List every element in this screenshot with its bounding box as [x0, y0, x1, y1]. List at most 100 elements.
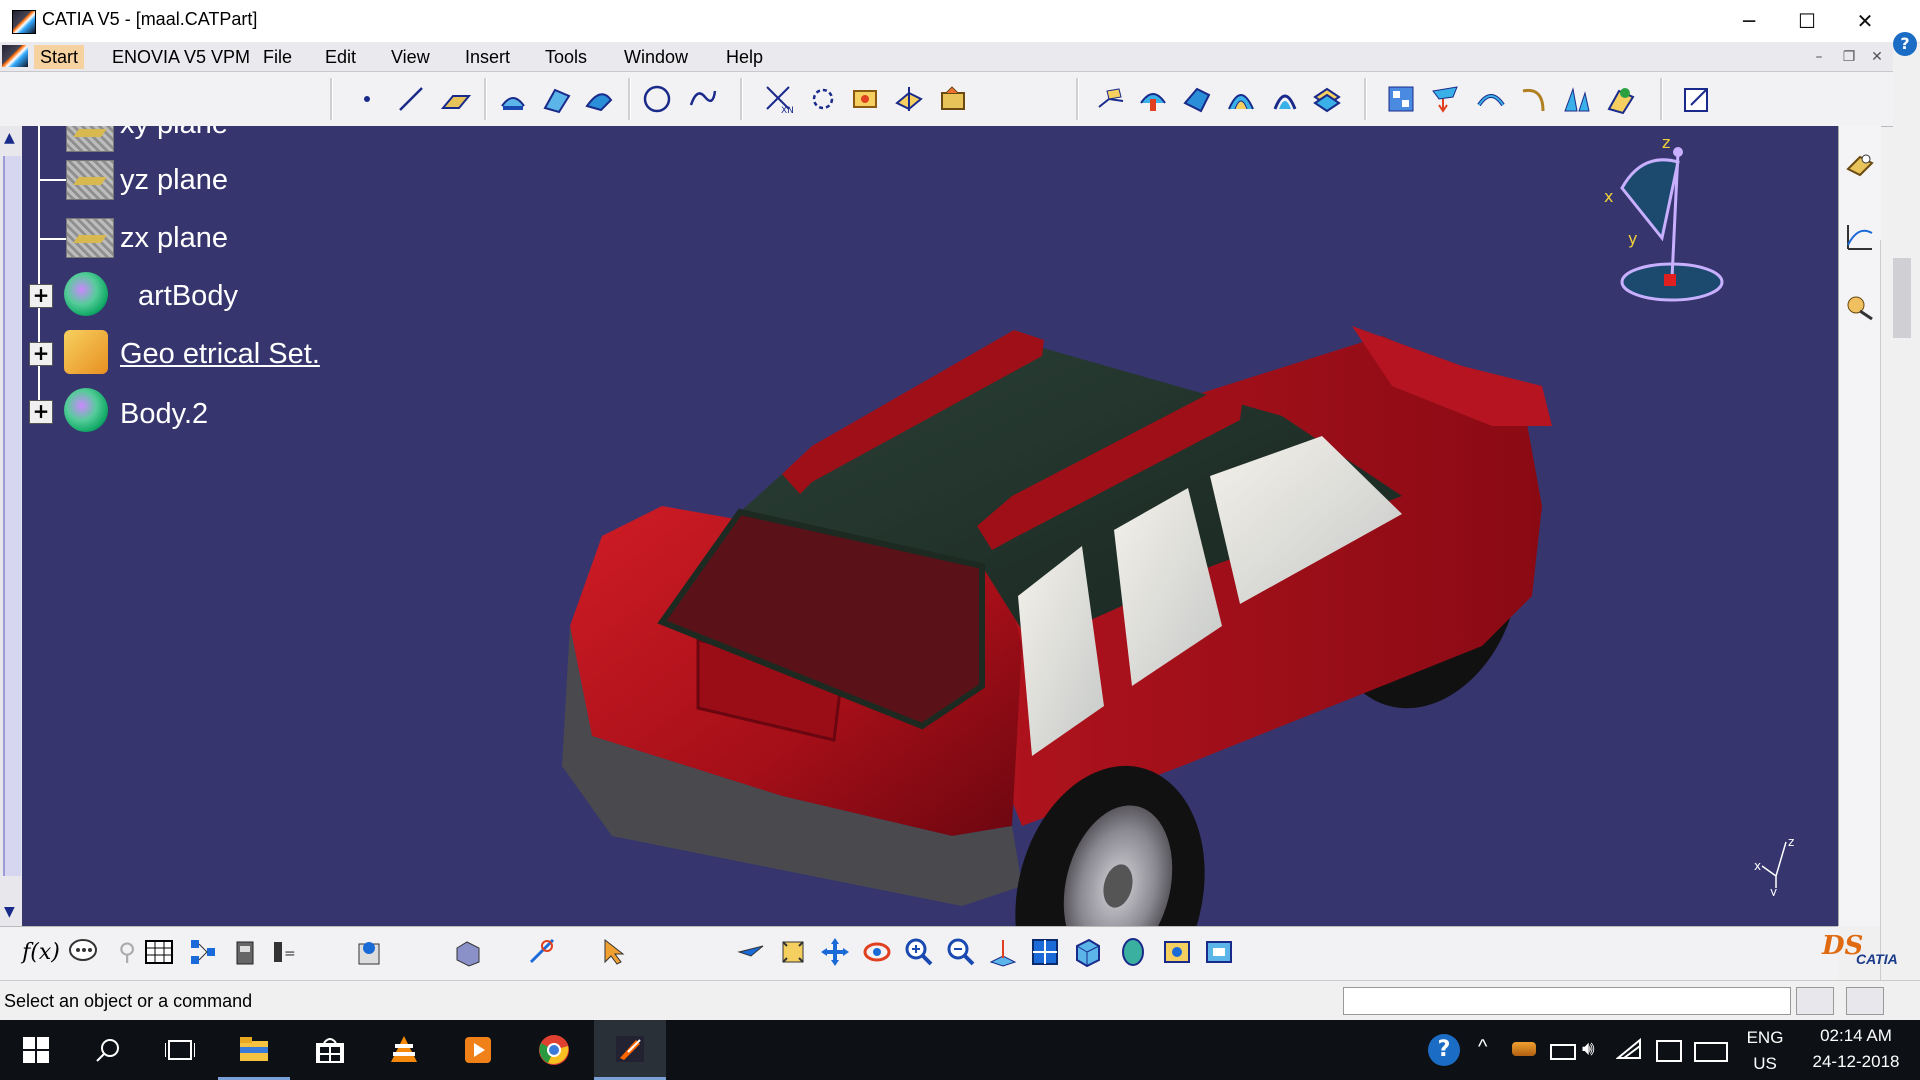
multi-view-icon[interactable] — [1028, 935, 1062, 969]
part-design-icon[interactable] — [1843, 148, 1877, 182]
sweep-surface-icon[interactable] — [582, 82, 616, 116]
shading-icon[interactable] — [1116, 935, 1150, 969]
fit-all-icon[interactable] — [776, 935, 810, 969]
sketch-tool-icon[interactable] — [1604, 82, 1638, 116]
battery-icon[interactable] — [1550, 1044, 1576, 1060]
windows-start-icon[interactable] — [0, 1020, 72, 1080]
catalog-icon[interactable] — [228, 935, 262, 969]
tree-item-zx-plane[interactable]: zx plane — [120, 222, 228, 255]
join-tool-icon[interactable] — [848, 82, 882, 116]
keyboard-icon[interactable] — [1694, 1042, 1728, 1062]
select-icon[interactable] — [596, 935, 630, 969]
design-table-icon[interactable] — [142, 935, 176, 969]
doc-close-button[interactable]: ✕ — [1866, 47, 1888, 67]
hide-show-icon[interactable] — [1160, 935, 1194, 969]
microsoft-store-icon[interactable] — [294, 1020, 366, 1080]
show-hidden-icons-icon[interactable]: ^ — [1478, 1036, 1487, 1059]
compass-widget[interactable]: z x y — [1602, 138, 1742, 318]
revolve-tool-icon[interactable] — [1474, 82, 1508, 116]
menu-edit[interactable]: Edit — [325, 45, 356, 69]
pan-icon[interactable] — [818, 935, 852, 969]
zoom-in-icon[interactable] — [902, 935, 936, 969]
tree-item-geometrical-set[interactable]: Geo etrical Set. — [120, 338, 320, 371]
power-input-execute-button[interactable] — [1796, 987, 1834, 1015]
menu-help[interactable]: Help — [726, 45, 763, 69]
tree-scrollbar[interactable]: ▲ ▼ — [0, 126, 23, 926]
start-logo-icon[interactable] — [2, 45, 28, 67]
menu-view[interactable]: View — [391, 45, 430, 69]
tree-item-part-body[interactable]: artBody — [138, 280, 238, 313]
thickness-tool-icon[interactable] — [1310, 82, 1344, 116]
power-input-field[interactable] — [1343, 987, 1791, 1015]
blend-tool-icon[interactable] — [1268, 82, 1302, 116]
zoom-out-icon[interactable] — [944, 935, 978, 969]
doc-minimize-button[interactable]: – — [1808, 47, 1830, 67]
curve-tool-icon[interactable] — [1518, 82, 1552, 116]
expand-body-2-icon[interactable]: + — [29, 400, 53, 424]
fly-mode-icon[interactable] — [734, 935, 768, 969]
3d-view-icon[interactable] — [450, 935, 484, 969]
offset-surface-icon[interactable] — [540, 82, 574, 116]
action-center-icon[interactable] — [1656, 1040, 1682, 1062]
power-input-settings-button[interactable] — [1846, 987, 1884, 1015]
loft-tool-icon[interactable] — [1224, 82, 1258, 116]
split-tool-icon[interactable] — [892, 82, 926, 116]
yz-plane-icon[interactable] — [66, 160, 114, 200]
scroll-up-arrow-icon[interactable]: ▲ — [4, 130, 15, 146]
apply-material-icon[interactable] — [1843, 290, 1877, 324]
volume-icon[interactable]: 🔊︎ — [1582, 1038, 1595, 1061]
minimize-button[interactable]: ─ — [1720, 0, 1778, 42]
menu-insert[interactable]: Insert — [465, 45, 510, 69]
body-2-icon[interactable] — [64, 388, 108, 432]
plane-tool-icon[interactable] — [438, 82, 472, 116]
measure-icon[interactable] — [526, 935, 560, 969]
draft-tool-icon[interactable] — [1560, 82, 1594, 116]
tree-item-body-2[interactable]: Body.2 — [120, 398, 208, 431]
sketcher-icon[interactable] — [1680, 82, 1714, 116]
knowledge-advisor-icon[interactable] — [66, 935, 100, 969]
search-icon[interactable] — [72, 1020, 144, 1080]
task-view-icon[interactable] — [144, 1020, 216, 1080]
point-tool-icon[interactable] — [350, 82, 384, 116]
help-icon[interactable]: ? — [1893, 32, 1917, 56]
doc-restore-button[interactable]: ❐ — [1838, 47, 1860, 67]
rotate-icon[interactable] — [860, 935, 894, 969]
shaft-tool-icon[interactable] — [1136, 82, 1170, 116]
wifi-icon[interactable] — [1615, 1037, 1642, 1064]
3d-viewport[interactable]: xy plane yz plane zx plane + artBody + G… — [22, 126, 1838, 926]
video-player-icon[interactable] — [442, 1020, 514, 1080]
language-indicator[interactable]: ENG US — [1740, 1028, 1790, 1074]
circle-tool-icon[interactable] — [640, 82, 674, 116]
rib-tool-icon[interactable] — [1180, 82, 1214, 116]
tree-reorder-icon[interactable] — [186, 935, 220, 969]
isometric-view-icon[interactable] — [1070, 935, 1104, 969]
boundary-tool-icon[interactable] — [806, 82, 840, 116]
xy-plane-icon[interactable] — [66, 126, 114, 152]
catia-taskbar-icon[interactable] — [594, 1020, 666, 1080]
chrome-icon[interactable] — [518, 1020, 590, 1080]
tree-item-xy-plane[interactable]: xy plane — [120, 126, 228, 141]
projection-tool-icon[interactable] — [1428, 82, 1462, 116]
menu-tools[interactable]: Tools — [545, 45, 587, 69]
window-scrollbar-thumb[interactable] — [1893, 258, 1911, 338]
pad-tool-icon[interactable] — [1094, 82, 1128, 116]
tree-scrollbar-thumb[interactable] — [3, 156, 21, 876]
spline-tool-icon[interactable] — [686, 82, 720, 116]
menu-window[interactable]: Window — [624, 45, 688, 69]
scroll-down-arrow-icon[interactable]: ▼ — [4, 904, 15, 920]
tips-help-icon[interactable]: ? — [1428, 1034, 1460, 1066]
swap-visible-space-icon[interactable] — [1202, 935, 1236, 969]
tree-item-yz-plane[interactable]: yz plane — [120, 164, 228, 197]
vlc-icon[interactable] — [368, 1020, 440, 1080]
intersection-tool-icon[interactable]: XN — [762, 82, 796, 116]
part-body-icon[interactable] — [64, 272, 108, 316]
formula-icon[interactable]: f(x) — [22, 935, 60, 969]
normal-view-icon[interactable] — [986, 935, 1020, 969]
fillet-tool-icon[interactable] — [936, 82, 970, 116]
expand-geometrical-set-icon[interactable]: + — [29, 342, 53, 366]
expand-part-body-icon[interactable]: + — [29, 284, 53, 308]
menu-file[interactable]: File — [263, 45, 292, 69]
clock[interactable]: 02:14 AM 24-12-2018 — [1806, 1026, 1906, 1072]
maximize-button[interactable]: ☐ — [1778, 0, 1836, 42]
menu-enovia[interactable]: ENOVIA V5 VPM — [112, 45, 250, 69]
